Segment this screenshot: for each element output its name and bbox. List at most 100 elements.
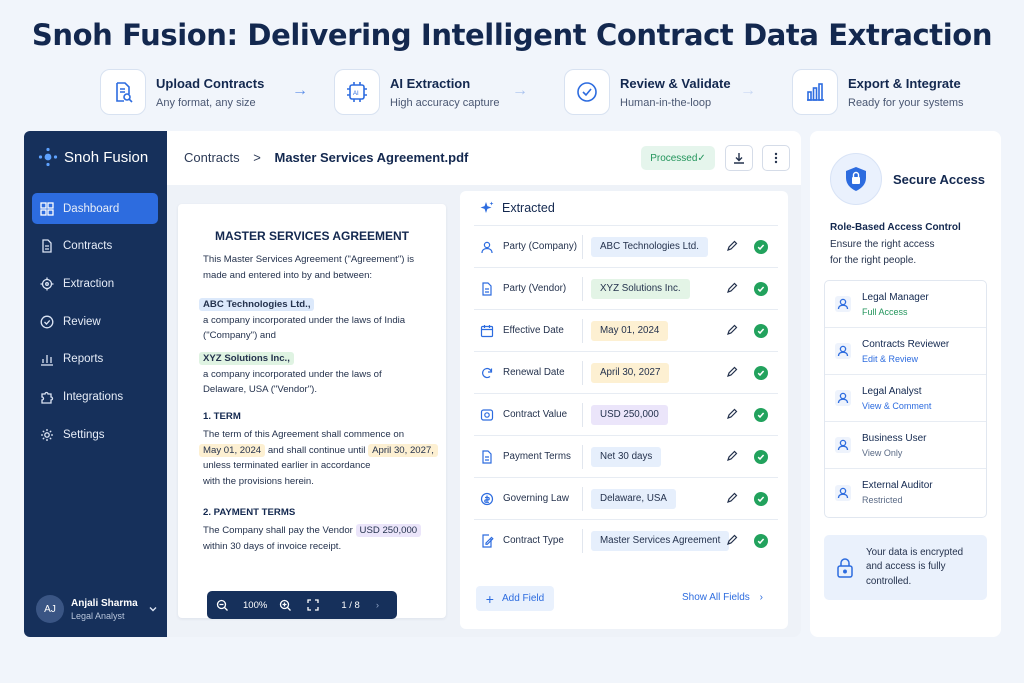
zoom-out-icon[interactable] <box>216 599 229 612</box>
edit-pencil-icon[interactable] <box>726 450 738 462</box>
step-title: Upload Contracts <box>156 75 265 91</box>
secure-access-title: Secure Access <box>893 172 986 187</box>
download-button[interactable] <box>725 145 753 171</box>
upload-doc-icon <box>100 69 146 115</box>
chevron-down-icon[interactable] <box>148 604 158 614</box>
sidebar-item-extraction[interactable]: Extraction <box>32 268 158 299</box>
zoom-in-icon[interactable] <box>279 599 292 612</box>
breadcrumb-file: Master Services Agreement.pdf <box>274 150 469 165</box>
rbac-description: Ensure the right access for the right peo… <box>830 239 935 266</box>
edit-pencil-icon[interactable] <box>726 366 738 378</box>
field-value[interactable]: XYZ Solutions Inc. <box>591 278 690 299</box>
edit-pencil-icon[interactable] <box>726 240 738 252</box>
divider <box>582 402 583 427</box>
verified-check-icon <box>754 324 768 338</box>
plus-icon: + <box>485 590 494 607</box>
document-icon <box>482 449 492 464</box>
role-item[interactable]: Legal Manager Full Access <box>825 281 986 328</box>
fullscreen-icon[interactable] <box>307 599 319 611</box>
doc-text: XYZ Solutions Inc., a company incorporate… <box>199 351 382 398</box>
edit-doc-icon <box>482 533 494 548</box>
brand-name: Snoh Fusion <box>64 148 149 166</box>
highlight-date1[interactable]: May 01, 2024 <box>199 443 266 457</box>
sidebar-item-reports[interactable]: Reports <box>32 344 158 375</box>
more-options-button[interactable] <box>762 145 790 171</box>
edit-pencil-icon[interactable] <box>726 408 738 420</box>
process-steps: Upload Contracts Any format, any size → A… <box>100 68 980 118</box>
encryption-note: Your data is encrypted and access is full… <box>824 535 987 600</box>
breadcrumb-contracts[interactable]: Contracts <box>184 150 240 165</box>
main-area: Contracts > Master Services Agreement.pd… <box>167 131 801 637</box>
add-field-label: Add Field <box>501 593 545 604</box>
show-all-fields-link[interactable]: Show All Fields › <box>682 592 763 603</box>
divider <box>582 318 583 343</box>
scale-icon <box>480 492 494 505</box>
role-item[interactable]: Business User View Only <box>825 422 986 469</box>
step-export: Export & Integrate Ready for your systems <box>792 68 964 116</box>
highlight-party2[interactable]: XYZ Solutions Inc., <box>199 352 294 365</box>
divider <box>582 234 583 259</box>
field-label: Contract Value <box>474 408 582 422</box>
role-item[interactable]: Contracts Reviewer Edit & Review <box>825 328 986 375</box>
doc-text: ABC Technologies Ltd., a company incorpor… <box>199 297 405 344</box>
edit-pencil-icon[interactable] <box>726 534 738 546</box>
sidebar-item-settings[interactable]: Settings <box>32 419 158 450</box>
sidebar-item-integrations[interactable]: Integrations <box>32 381 158 412</box>
role-permission: View & Comment <box>862 400 932 411</box>
extracted-field-row: Contract Value USD 250,000 <box>474 393 778 435</box>
gear-icon <box>41 428 53 441</box>
check-circle-icon <box>564 69 610 115</box>
field-value[interactable]: USD 250,000 <box>591 404 668 425</box>
field-label: Party (Company) <box>474 240 582 254</box>
role-item[interactable]: External Auditor Restricted <box>825 469 986 516</box>
field-value[interactable]: Net 30 days <box>591 446 662 467</box>
sidebar-item-contracts[interactable]: Contracts <box>32 231 158 262</box>
divider <box>582 360 583 385</box>
step-upload: Upload Contracts Any format, any size <box>100 68 264 116</box>
role-name: Business User <box>862 432 927 444</box>
page-title: Snoh Fusion: Delivering Intelligent Cont… <box>31 18 993 52</box>
verified-check-icon <box>754 366 768 380</box>
extracted-field-row: Governing Law Delaware, USA <box>474 477 778 519</box>
next-page-icon[interactable]: › <box>376 600 379 611</box>
sidebar: Snoh Fusion Dashboard Contracts Extracti… <box>24 131 167 637</box>
user-icon <box>835 296 851 312</box>
edit-pencil-icon[interactable] <box>726 282 738 294</box>
sidebar-item-label: Dashboard <box>63 202 120 215</box>
field-value[interactable]: Master Services Agreement <box>591 530 730 551</box>
sidebar-item-label: Extraction <box>63 277 115 290</box>
field-value[interactable]: April 30, 2027 <box>591 362 670 383</box>
sidebar-item-dashboard[interactable]: Dashboard <box>32 193 158 224</box>
highlight-party1[interactable]: ABC Technologies Ltd., <box>199 298 315 311</box>
user-profile[interactable]: AJ Anjali Sharma Legal Analyst <box>36 595 158 623</box>
field-value[interactable]: May 01, 2024 <box>591 320 669 341</box>
more-vertical-icon <box>774 152 778 164</box>
roles-list: Legal Manager Full Access Contracts Review… <box>824 280 987 518</box>
section-heading: 1. TERM <box>203 411 241 422</box>
user-icon <box>835 343 851 359</box>
field-value[interactable]: Delaware, USA <box>591 488 676 509</box>
user-icon <box>835 390 851 406</box>
highlight-amount[interactable]: USD 250,000 <box>355 524 422 537</box>
sidebar-item-label: Integrations <box>63 390 124 403</box>
add-field-button[interactable]: + Add Field <box>476 586 554 611</box>
panel-title: Extracted <box>502 201 555 215</box>
arrow-right-icon: → <box>740 82 756 99</box>
verified-check-icon <box>754 492 768 506</box>
edit-pencil-icon[interactable] <box>726 492 738 504</box>
step-title: Export & Integrate <box>848 75 961 91</box>
role-item[interactable]: Legal Analyst View & Comment <box>825 375 986 422</box>
sidebar-item-review[interactable]: Review <box>32 306 158 337</box>
sidebar-item-label: Reports <box>63 353 104 366</box>
status-badge: Processed✓ <box>641 146 715 170</box>
zoom-level: 100% <box>243 599 268 611</box>
extracted-field-row: Renewal Date April 30, 2027 <box>474 351 778 393</box>
field-value[interactable]: ABC Technologies Ltd. <box>591 236 708 257</box>
role-permission: Restricted <box>862 495 903 505</box>
highlight-date2[interactable]: April 30, 2027, <box>368 443 438 457</box>
edit-pencil-icon[interactable] <box>726 324 738 336</box>
verified-check-icon <box>754 534 768 548</box>
section-heading: 2. PAYMENT TERMS <box>203 507 296 518</box>
calendar-icon <box>480 324 494 337</box>
field-label: Effective Date <box>474 324 582 338</box>
